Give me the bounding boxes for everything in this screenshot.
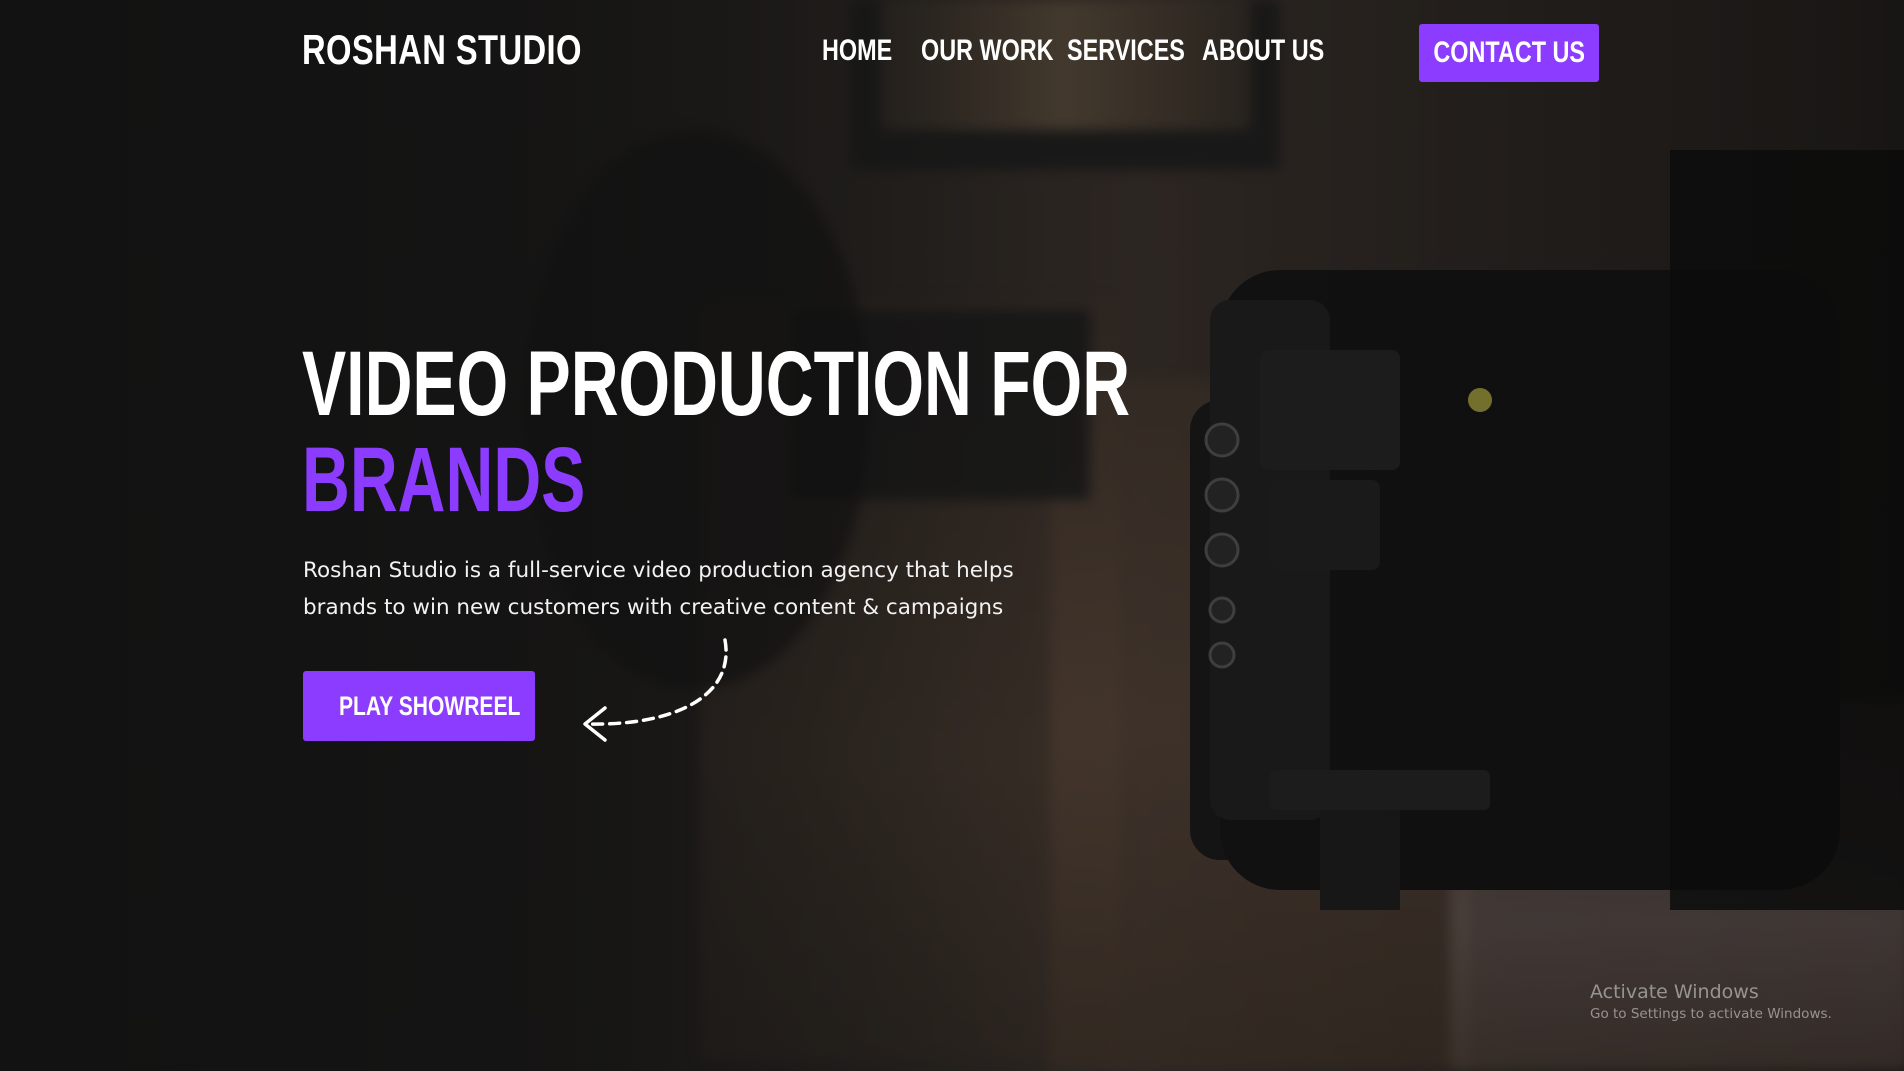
hero-description: Roshan Studio is a full-service video pr… [303, 558, 1014, 620]
nav-our-work[interactable]: OUR WORK [921, 34, 1054, 68]
background-overlay [0, 0, 1904, 1071]
play-showreel-button[interactable]: PLAY SHOWREEL [303, 671, 535, 741]
site-logo[interactable]: ROSHAN STUDIO [302, 26, 582, 74]
site-header: ROSHAN STUDIO HOME OUR WORK SERVICES ABO… [0, 0, 1904, 108]
hero-section: ROSHAN STUDIO HOME OUR WORK SERVICES ABO… [0, 0, 1904, 1071]
windows-activation-watermark: Activate Windows Go to Settings to activ… [1590, 980, 1832, 1024]
nav-services[interactable]: SERVICES [1067, 34, 1185, 68]
headline-line: VIDEO PRODUCTION FOR [302, 333, 1131, 435]
hero-headline: VIDEO PRODUCTION FOR BRANDS [302, 336, 1130, 528]
headline-accent: BRANDS [302, 429, 586, 531]
play-showreel-label: PLAY SHOWREEL [339, 690, 521, 721]
contact-us-button[interactable]: CONTACT US [1419, 24, 1599, 82]
watermark-title: Activate Windows [1590, 981, 1759, 1003]
nav-home[interactable]: HOME [822, 34, 899, 68]
nav-about-us[interactable]: ABOUT US [1202, 34, 1324, 68]
contact-us-label: CONTACT US [1433, 36, 1585, 69]
dashed-curved-arrow-icon [583, 638, 728, 742]
watermark-subtitle: Go to Settings to activate Windows. [1590, 1006, 1832, 1022]
main-nav: HOME OUR WORK SERVICES ABOUT US [822, 34, 1324, 68]
